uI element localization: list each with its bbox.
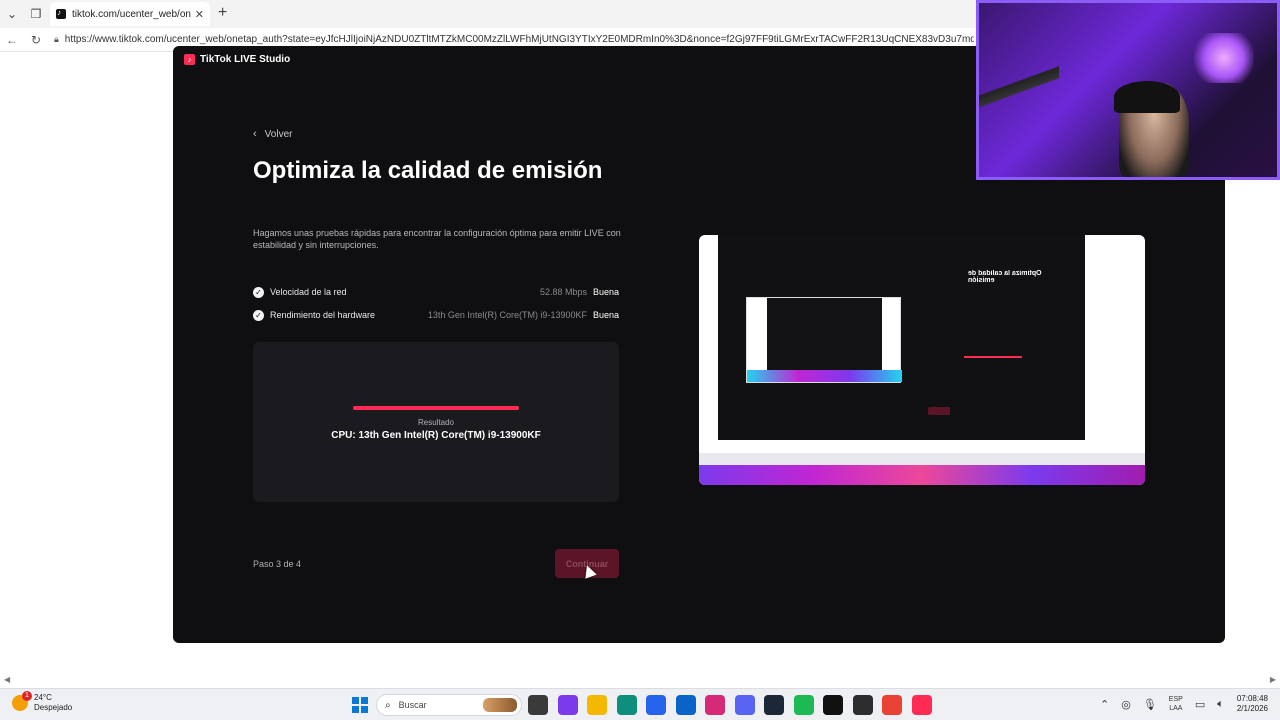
tiktok-live-icon[interactable] (911, 695, 932, 715)
check-row-hardware: ✓ Rendimiento del hardware 13th Gen Inte… (253, 308, 619, 322)
check-status: Buena (592, 310, 619, 320)
pinned-apps (528, 695, 941, 715)
clock-date: 2/1/2026 (1236, 704, 1268, 713)
clock[interactable]: 07:08:48 2/1/2026 (1237, 694, 1268, 714)
preview-overlay-wave (699, 465, 1145, 485)
url-field[interactable]: 🔒︎ https://www.tiktok.com/ucenter_web/on… (54, 34, 974, 45)
preview-studio-window: Optimiza la calidad de emisión (718, 235, 1085, 440)
volume-icon[interactable]: 🔈︎ (1217, 698, 1224, 711)
outlook-icon[interactable] (675, 695, 696, 715)
preview-progress-bar (964, 356, 1022, 358)
network-icon[interactable]: ▭ (1195, 698, 1205, 711)
check-value: 52.88 Mbps (539, 287, 587, 297)
back-button[interactable]: ‹ Volver (253, 128, 292, 140)
reload-icon[interactable]: ↻ (24, 28, 48, 52)
progress-bar (353, 406, 519, 410)
horizontal-scrollbar[interactable]: ◀ ▶ (0, 674, 1280, 686)
notification-badge: 1 (22, 691, 32, 701)
browser-tab[interactable]: tiktok.com/ucenter_web/onetap_a ✕ (50, 2, 210, 26)
webcam-overlay (976, 0, 1280, 180)
clock-time: 07:08:48 (1236, 694, 1268, 703)
url-text: https://www.tiktok.com/ucenter_web/oneta… (64, 34, 974, 45)
preview-nested-dark (767, 298, 882, 370)
tab-menu-chevron-icon[interactable]: ⌄ (0, 2, 24, 26)
tiktok-favicon-icon (56, 8, 66, 19)
instagram-icon[interactable] (705, 695, 725, 715)
check-label: Velocidad de la red (270, 287, 347, 297)
result-label: Resultado (417, 418, 455, 427)
page-subtitle: Hagamos unas pruebas rápidas para encont… (253, 228, 621, 250)
system-tray: ⌃ ◎ 🎙︎ ESP LAA ▭ 🔈︎ (1100, 695, 1236, 713)
windows-start-icon[interactable] (352, 697, 368, 713)
chrome-icon[interactable] (882, 695, 902, 715)
weather-desc: Despejado (34, 703, 73, 712)
search-highlight-image (483, 698, 517, 712)
store-icon[interactable] (646, 695, 666, 715)
scroll-left-icon[interactable]: ◀ (4, 675, 10, 684)
weather-temp: 24°C (34, 693, 52, 702)
weather-widget[interactable]: 1 24°C Despejado (12, 691, 73, 713)
preview-nested-window (746, 297, 902, 383)
webcam-cap (1114, 81, 1180, 113)
lang-line1: ESP (1168, 696, 1183, 703)
spotify-icon[interactable] (793, 695, 814, 715)
chevron-up-icon[interactable]: ⌃ (1100, 698, 1109, 711)
site-info-icon[interactable]: 🔒︎ (54, 34, 59, 45)
app-title: TikTok LIVE Studio (200, 54, 291, 65)
preview-nested-strip (747, 370, 902, 382)
chevron-left-icon: ‹ (253, 128, 257, 140)
webcam-mic-arm (979, 63, 1059, 113)
edge-icon[interactable] (616, 695, 637, 715)
scroll-right-icon[interactable]: ▶ (1270, 675, 1276, 684)
tab-title: tiktok.com/ucenter_web/onetap_a (72, 8, 191, 20)
check-row-network: ✓ Velocidad de la red 52.88 Mbps Buena (253, 285, 619, 299)
back-label: Volver (264, 128, 293, 140)
sun-icon: 1 (12, 691, 32, 711)
search-icon: ⌕ (385, 699, 391, 711)
copilot-icon[interactable] (557, 695, 578, 715)
webcam-neon-light (1194, 33, 1254, 83)
preview-heading: Optimiza la calidad de emisión (968, 270, 1042, 284)
close-tab-icon[interactable]: ✕ (195, 8, 204, 21)
language-indicator[interactable]: ESP LAA (1169, 695, 1183, 713)
check-value: 13th Gen Intel(R) Core(TM) i9-13900KF (427, 310, 587, 320)
steam-icon[interactable] (764, 695, 784, 715)
preview-continue-button (928, 407, 950, 415)
search-placeholder: Buscar (398, 700, 427, 710)
obs-icon[interactable] (852, 695, 873, 715)
back-arrow-icon[interactable]: ← (0, 28, 24, 52)
step-indicator: Paso 3 de 4 (253, 559, 302, 569)
tiktok-logo-icon: ♪ (184, 54, 195, 65)
check-circle-icon: ✓ (253, 286, 264, 298)
lang-line2: LAA (1169, 705, 1183, 712)
tab-actions-icon[interactable]: ❐ (24, 2, 48, 26)
file-explorer-icon[interactable] (587, 695, 607, 715)
check-label: Rendimiento del hardware (270, 310, 376, 320)
result-cpu: CPU: 13th Gen Intel(R) Core(TM) i9-13900… (331, 430, 541, 441)
check-circle-icon: ✓ (253, 309, 264, 321)
windows-taskbar: 1 24°C Despejado ⌕ Buscar ⌃ ◎ 🎙︎ ESP LAA… (0, 688, 1280, 720)
new-tab-icon[interactable]: + (218, 4, 227, 22)
task-view-icon[interactable] (528, 695, 548, 715)
studio-title-bar: ♪ TikTok LIVE Studio (184, 54, 290, 65)
result-panel: Resultado CPU: 13th Gen Intel(R) Core(TM… (253, 342, 619, 502)
discord-icon[interactable] (734, 695, 755, 715)
antivirus-icon[interactable]: ◎ (1121, 698, 1131, 711)
page-title: Optimiza la calidad de emisión (253, 157, 603, 184)
microphone-icon[interactable]: 🎙︎ (1143, 698, 1157, 711)
stream-preview: Optimiza la calidad de emisión (699, 235, 1145, 485)
capcut-icon[interactable] (823, 695, 843, 715)
taskbar-search[interactable]: ⌕ Buscar (376, 694, 522, 716)
check-status: Buena (592, 287, 619, 297)
preview-taskbar (699, 453, 1145, 465)
